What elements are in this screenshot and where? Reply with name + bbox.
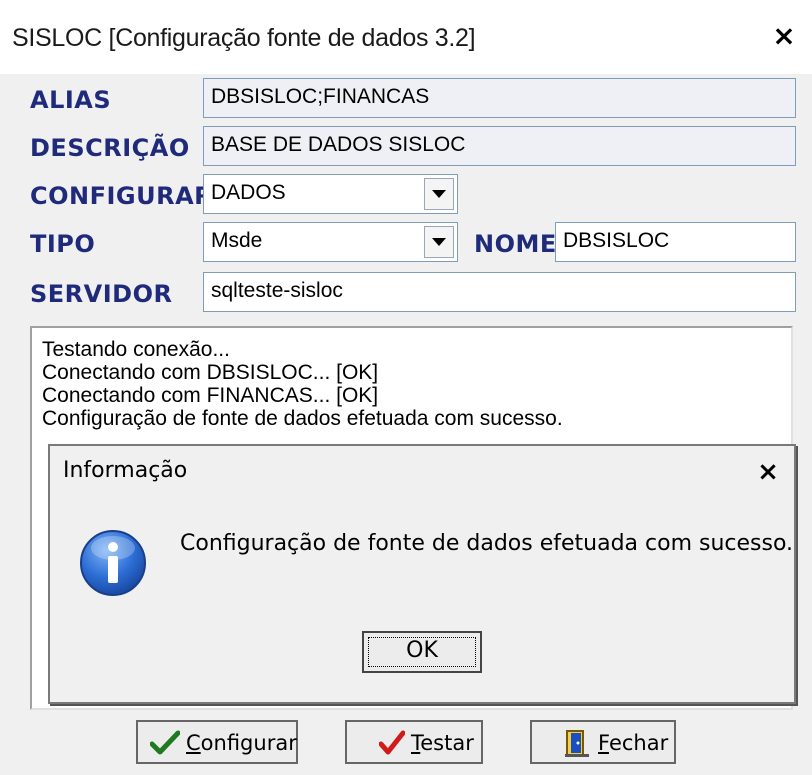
descricao-label: DESCRIÇÃO — [30, 134, 190, 162]
log-line: Conectando com FINANCAS... [OK] — [42, 384, 379, 407]
log-line: Conectando com DBSISLOC... [OK] — [42, 361, 379, 384]
door-exit-icon — [564, 728, 590, 763]
testar-button[interactable]: Testar — [345, 720, 483, 764]
main-window: SISLOC [Configuração fonte de dados 3.2]… — [0, 0, 812, 775]
close-button[interactable]: × — [764, 16, 804, 56]
tipo-dropdown-button[interactable] — [424, 226, 454, 258]
alias-label: ALIAS — [30, 86, 112, 114]
nome-label: NOME — [474, 230, 557, 258]
tipo-label: TIPO — [30, 230, 96, 258]
descricao-field[interactable]: BASE DE DADOS SISLOC — [203, 126, 796, 166]
window-title: SISLOC [Configuração fonte de dados 3.2] — [12, 24, 476, 52]
info-icon — [78, 528, 148, 603]
info-dialog: Informação × Configuração de fonte de da… — [48, 444, 796, 704]
chevron-down-icon — [432, 190, 446, 198]
checkmark-red-icon — [378, 730, 406, 761]
tipo-select-value: Msde — [211, 229, 263, 252]
configurar-dropdown-button[interactable] — [424, 178, 454, 210]
configurar-select[interactable]: DADOS — [203, 174, 458, 214]
alias-field[interactable]: DBSISLOC;FINANCAS — [203, 78, 796, 118]
servidor-label: SERVIDOR — [30, 280, 173, 308]
nome-field[interactable]: DBSISLOC — [555, 222, 796, 262]
configurar-button-label: Configurar — [186, 731, 297, 755]
dialog-close-button[interactable]: × — [750, 454, 786, 490]
configurar-button[interactable]: Configurar — [136, 720, 298, 764]
title-bar: SISLOC [Configuração fonte de dados 3.2]… — [0, 0, 812, 74]
chevron-down-icon — [432, 238, 446, 246]
servidor-field[interactable]: sqlteste-sisloc — [203, 272, 796, 312]
configurar-select-value: DADOS — [211, 181, 286, 204]
log-line: Testando conexão... — [42, 338, 230, 361]
dialog-message: Configuração de fonte de dados efetuada … — [180, 531, 794, 556]
ok-button-label: OK — [406, 638, 438, 663]
tipo-select[interactable]: Msde — [203, 222, 458, 262]
configurar-label: CONFIGURAR — [30, 182, 214, 210]
fechar-button[interactable]: Fechar — [530, 720, 676, 764]
fechar-button-label: Fechar — [598, 731, 669, 755]
ok-button[interactable]: OK — [362, 631, 482, 673]
testar-button-label: Testar — [411, 731, 474, 755]
checkmark-icon — [149, 730, 181, 761]
dialog-title: Informação — [63, 458, 188, 483]
log-line: Configuração de fonte de dados efetuada … — [42, 407, 563, 430]
